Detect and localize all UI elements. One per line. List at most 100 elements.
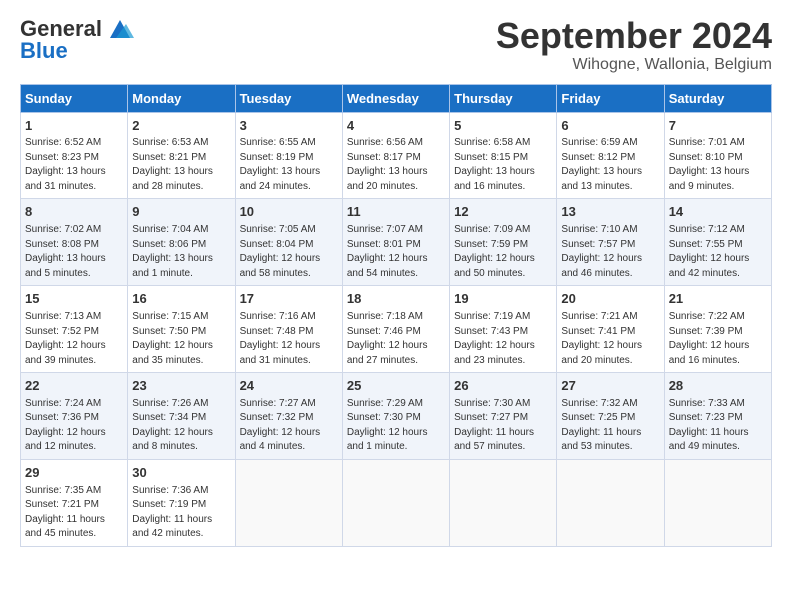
day-cell: 14Sunrise: 7:12 AMSunset: 7:55 PMDayligh… (664, 199, 771, 286)
daylight-label: Daylight: 12 hours (347, 253, 428, 264)
sunrise: Sunrise: 7:19 AM (454, 311, 530, 322)
sunrise: Sunrise: 7:36 AM (132, 485, 208, 496)
sunrise: Sunrise: 7:13 AM (25, 311, 101, 322)
week-row-4: 22Sunrise: 7:24 AMSunset: 7:36 PMDayligh… (21, 373, 772, 460)
sunrise: Sunrise: 7:01 AM (669, 137, 745, 148)
week-row-5: 29Sunrise: 7:35 AMSunset: 7:21 PMDayligh… (21, 459, 772, 546)
day-number: 20 (561, 290, 659, 309)
day-cell: 1Sunrise: 6:52 AMSunset: 8:23 PMDaylight… (21, 112, 128, 199)
day-number: 27 (561, 377, 659, 396)
sunrise: Sunrise: 7:35 AM (25, 485, 101, 496)
daylight-label: Daylight: 11 hours (669, 427, 749, 438)
col-thursday: Thursday (450, 84, 557, 112)
day-number: 13 (561, 203, 659, 222)
sunrise: Sunrise: 7:26 AM (132, 398, 208, 409)
day-cell: 26Sunrise: 7:30 AMSunset: 7:27 PMDayligh… (450, 373, 557, 460)
daylight-and: and 50 minutes. (454, 268, 525, 279)
daylight-and: and 27 minutes. (347, 355, 418, 366)
day-cell (557, 459, 664, 546)
day-number: 6 (561, 117, 659, 136)
daylight-and: and 20 minutes. (347, 181, 418, 192)
daylight-label: Daylight: 12 hours (561, 340, 642, 351)
sunset: Sunset: 7:30 PM (347, 412, 421, 423)
day-number: 2 (132, 117, 230, 136)
sunrise: Sunrise: 7:05 AM (240, 224, 316, 235)
sunrise: Sunrise: 7:16 AM (240, 311, 316, 322)
day-cell: 18Sunrise: 7:18 AMSunset: 7:46 PMDayligh… (342, 286, 449, 373)
daylight-and: and 16 minutes. (669, 355, 740, 366)
daylight-label: Daylight: 13 hours (454, 166, 535, 177)
day-number: 1 (25, 117, 123, 136)
daylight-label: Daylight: 13 hours (25, 253, 106, 264)
sunrise: Sunrise: 6:53 AM (132, 137, 208, 148)
day-cell: 17Sunrise: 7:16 AMSunset: 7:48 PMDayligh… (235, 286, 342, 373)
daylight-and: and 4 minutes. (240, 441, 306, 452)
day-number: 21 (669, 290, 767, 309)
day-cell (235, 459, 342, 546)
sunset: Sunset: 7:32 PM (240, 412, 314, 423)
daylight-and: and 23 minutes. (454, 355, 525, 366)
sunrise: Sunrise: 7:33 AM (669, 398, 745, 409)
sunrise: Sunrise: 7:09 AM (454, 224, 530, 235)
daylight-and: and 57 minutes. (454, 441, 525, 452)
daylight-and: and 31 minutes. (240, 355, 311, 366)
daylight-label: Daylight: 13 hours (669, 166, 750, 177)
day-number: 16 (132, 290, 230, 309)
daylight-label: Daylight: 12 hours (132, 340, 213, 351)
sunrise: Sunrise: 6:52 AM (25, 137, 101, 148)
day-cell: 10Sunrise: 7:05 AMSunset: 8:04 PMDayligh… (235, 199, 342, 286)
day-cell: 6Sunrise: 6:59 AMSunset: 8:12 PMDaylight… (557, 112, 664, 199)
sunset: Sunset: 8:01 PM (347, 239, 421, 250)
sunset: Sunset: 7:19 PM (132, 499, 206, 510)
day-cell: 21Sunrise: 7:22 AMSunset: 7:39 PMDayligh… (664, 286, 771, 373)
day-number: 3 (240, 117, 338, 136)
sunset: Sunset: 7:48 PM (240, 326, 314, 337)
day-number: 30 (132, 464, 230, 483)
day-cell: 20Sunrise: 7:21 AMSunset: 7:41 PMDayligh… (557, 286, 664, 373)
sunset: Sunset: 7:43 PM (454, 326, 528, 337)
daylight-and: and 9 minutes. (669, 181, 735, 192)
day-cell: 27Sunrise: 7:32 AMSunset: 7:25 PMDayligh… (557, 373, 664, 460)
sunrise: Sunrise: 6:59 AM (561, 137, 637, 148)
sunset: Sunset: 7:46 PM (347, 326, 421, 337)
col-tuesday: Tuesday (235, 84, 342, 112)
day-cell: 2Sunrise: 6:53 AMSunset: 8:21 PMDaylight… (128, 112, 235, 199)
daylight-label: Daylight: 12 hours (347, 427, 428, 438)
daylight-label: Daylight: 11 hours (132, 514, 212, 525)
daylight-and: and 1 minute. (347, 441, 408, 452)
daylight-and: and 5 minutes. (25, 268, 91, 279)
daylight-and: and 1 minute. (132, 268, 193, 279)
calendar-table: Sunday Monday Tuesday Wednesday Thursday… (20, 84, 772, 547)
day-cell: 19Sunrise: 7:19 AMSunset: 7:43 PMDayligh… (450, 286, 557, 373)
daylight-and: and 53 minutes. (561, 441, 632, 452)
daylight-and: and 13 minutes. (561, 181, 632, 192)
daylight-label: Daylight: 12 hours (347, 340, 428, 351)
sunset: Sunset: 7:52 PM (25, 326, 99, 337)
day-number: 19 (454, 290, 552, 309)
day-cell: 29Sunrise: 7:35 AMSunset: 7:21 PMDayligh… (21, 459, 128, 546)
daylight-label: Daylight: 12 hours (561, 253, 642, 264)
daylight-label: Daylight: 11 hours (561, 427, 641, 438)
day-cell: 11Sunrise: 7:07 AMSunset: 8:01 PMDayligh… (342, 199, 449, 286)
daylight-and: and 35 minutes. (132, 355, 203, 366)
sunset: Sunset: 8:04 PM (240, 239, 314, 250)
logo: General Blue (20, 16, 134, 64)
sunset: Sunset: 8:17 PM (347, 152, 421, 163)
sunset: Sunset: 7:25 PM (561, 412, 635, 423)
daylight-label: Daylight: 12 hours (25, 427, 106, 438)
sunrise: Sunrise: 7:30 AM (454, 398, 530, 409)
sunrise: Sunrise: 7:07 AM (347, 224, 423, 235)
sunset: Sunset: 7:34 PM (132, 412, 206, 423)
daylight-and: and 49 minutes. (669, 441, 740, 452)
sunset: Sunset: 7:41 PM (561, 326, 635, 337)
daylight-and: and 24 minutes. (240, 181, 311, 192)
day-number: 8 (25, 203, 123, 222)
daylight-and: and 8 minutes. (132, 441, 198, 452)
col-saturday: Saturday (664, 84, 771, 112)
sunrise: Sunrise: 7:02 AM (25, 224, 101, 235)
daylight-and: and 20 minutes. (561, 355, 632, 366)
daylight-label: Daylight: 12 hours (669, 340, 750, 351)
daylight-and: and 31 minutes. (25, 181, 96, 192)
day-cell: 16Sunrise: 7:15 AMSunset: 7:50 PMDayligh… (128, 286, 235, 373)
sunset: Sunset: 8:08 PM (25, 239, 99, 250)
